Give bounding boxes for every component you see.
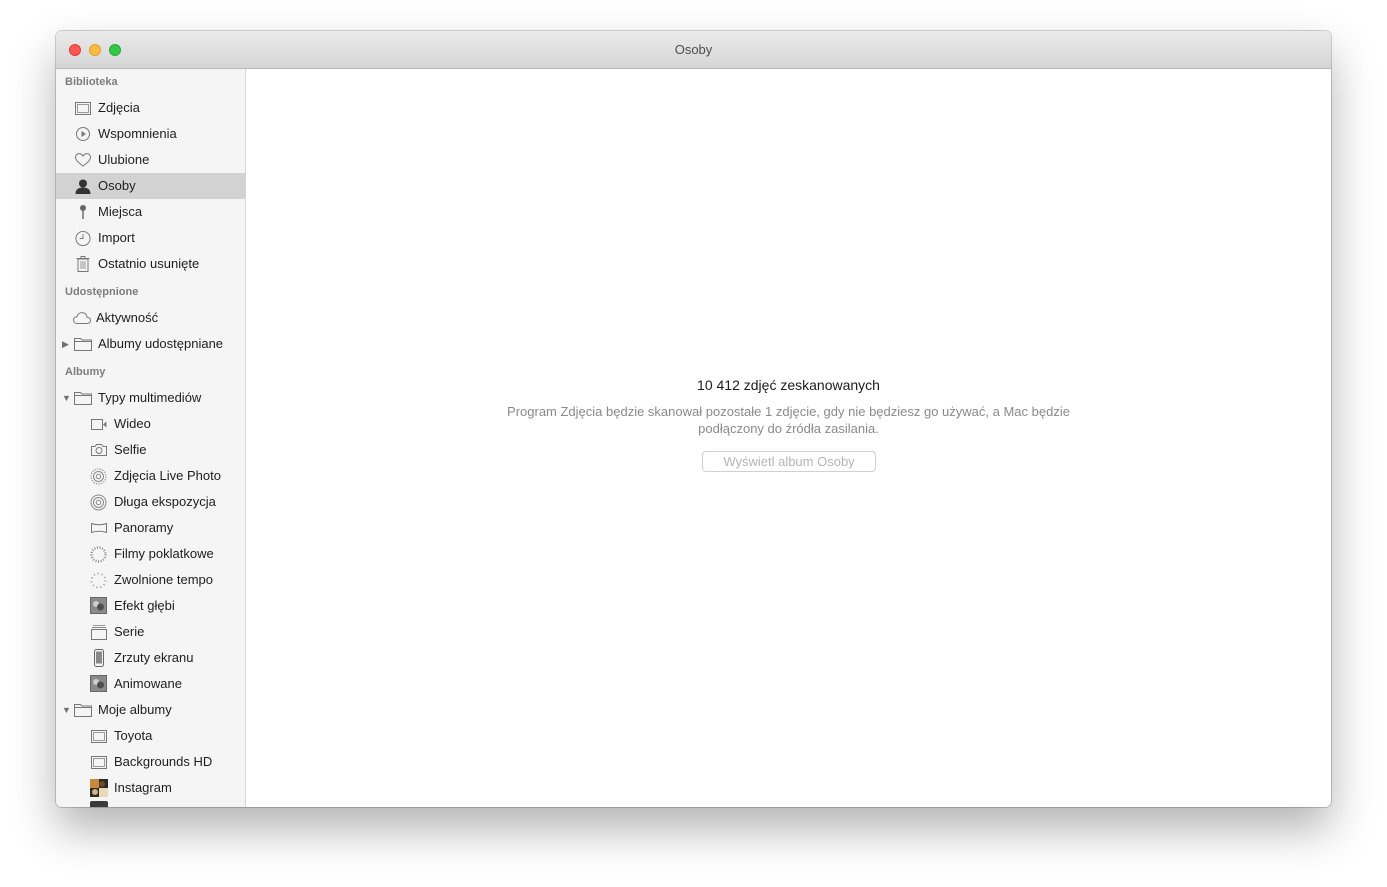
long-exposure-icon	[90, 494, 107, 510]
sidebar-item-label: Zdjęcia	[98, 100, 140, 115]
slowmo-icon	[90, 572, 107, 588]
sidebar-item-people[interactable]: Osoby	[56, 173, 245, 199]
sidebar-item-album-backgrounds-hd[interactable]: Backgrounds HD	[56, 749, 245, 775]
timelapse-icon	[90, 545, 107, 563]
folder-icon	[74, 703, 92, 717]
sidebar-item-long-exposure[interactable]: Długa ekspozycja	[56, 489, 245, 515]
sidebar-item-label: Serie	[114, 624, 145, 639]
sidebar-item-label: Wspomnienia	[98, 126, 177, 141]
disclosure-right-icon[interactable]: ▶	[62, 331, 69, 357]
animated-icon	[90, 675, 107, 692]
sidebar-item-label: Zwolnione tempo	[114, 572, 213, 587]
panorama-icon	[91, 521, 107, 535]
section-title-shared: Udostępnione	[65, 286, 139, 298]
sidebar-item-import[interactable]: Import	[56, 225, 245, 251]
camera-icon	[91, 443, 107, 457]
folder-icon	[74, 391, 92, 405]
screenshot-icon	[91, 649, 107, 667]
sidebar-item-label: Panoramy	[114, 520, 174, 535]
scan-status-heading: 10 412 zdjęć zeskanowanych	[697, 377, 880, 393]
album-icon	[91, 729, 107, 743]
sidebar-item-slow-motion[interactable]: Zwolnione tempo	[56, 567, 245, 593]
sidebar-item-places[interactable]: Miejsca	[56, 199, 245, 225]
sidebar-item-label: Typy multimediów	[98, 390, 202, 405]
sidebar-item-label: Ulubione	[98, 152, 150, 167]
trash-icon	[75, 256, 91, 272]
show-people-album-button[interactable]: Wyświetl album Osoby	[702, 451, 876, 472]
sidebar-item-favorites[interactable]: Ulubione	[56, 147, 245, 173]
memories-icon	[75, 127, 91, 141]
burst-icon	[91, 624, 107, 640]
sidebar-item-label: Albumy udostępniane	[98, 336, 224, 351]
disclosure-down-icon[interactable]: ▼	[62, 697, 71, 723]
sidebar-item-label: Osoby	[98, 178, 136, 193]
sidebar-item-activity[interactable]: Aktywność	[56, 305, 245, 331]
sidebar-item-selfies[interactable]: Selfie	[56, 437, 245, 463]
sidebar-folder-media-types[interactable]: ▼ Typy multimediów	[56, 385, 245, 411]
video-icon	[91, 417, 107, 431]
photos-window: Osoby Biblioteka Zdjęcia Wspomnienia Ulu…	[56, 31, 1331, 807]
album-icon	[91, 755, 107, 769]
sidebar-item-album-toyota[interactable]: Toyota	[56, 723, 245, 749]
sidebar-item-label: Aktywność	[96, 310, 159, 325]
sidebar: Biblioteka Zdjęcia Wspomnienia Ulubione …	[56, 69, 246, 807]
sidebar-item-photos[interactable]: Zdjęcia	[56, 95, 245, 121]
sidebar-item-animated[interactable]: Animowane	[56, 671, 245, 697]
sidebar-item-label: Toyota	[114, 728, 153, 743]
sidebar-item-depth-effect[interactable]: Efekt głębi	[56, 593, 245, 619]
scan-status-message: Program Zdjęcia będzie skanował pozostał…	[507, 404, 1070, 436]
main-content: 10 412 zdjęć zeskanowanych Program Zdjęc…	[246, 69, 1331, 807]
sidebar-item-shared-albums[interactable]: ▶ Albumy udostępniane	[56, 331, 245, 357]
sidebar-item-timelapse[interactable]: Filmy poklatkowe	[56, 541, 245, 567]
heart-icon	[75, 153, 91, 167]
title-bar: Osoby	[56, 31, 1331, 69]
sidebar-item-label: Animowane	[114, 676, 182, 691]
sidebar-item-label: Długa ekspozycja	[114, 494, 216, 509]
live-photo-icon	[90, 468, 107, 484]
person-icon	[75, 179, 91, 194]
section-title-library: Biblioteka	[65, 76, 118, 88]
sidebar-item-panoramas[interactable]: Panoramy	[56, 515, 245, 541]
pin-icon	[75, 205, 91, 219]
instagram-thumb-icon	[90, 779, 108, 797]
window-title: Osoby	[674, 42, 713, 57]
album-thumbnail-partial	[90, 801, 108, 807]
sidebar-item-label: Filmy poklatkowe	[114, 546, 214, 561]
sidebar-item-memories[interactable]: Wspomnienia	[56, 121, 245, 147]
sidebar-item-label: Miejsca	[98, 204, 143, 219]
sidebar-item-videos[interactable]: Wideo	[56, 411, 245, 437]
cloud-icon	[73, 311, 91, 325]
sidebar-folder-my-albums[interactable]: ▼ Moje albumy	[56, 697, 245, 723]
depth-icon	[90, 597, 107, 614]
photos-icon	[75, 101, 91, 115]
sidebar-item-label: Import	[98, 230, 135, 245]
folder-icon	[74, 337, 92, 351]
sidebar-item-bursts[interactable]: Serie	[56, 619, 245, 645]
sidebar-item-label: Wideo	[114, 416, 151, 431]
sidebar-item-recently-deleted[interactable]: Ostatnio usunięte	[56, 251, 245, 277]
sidebar-item-label: Zdjęcia Live Photo	[114, 468, 221, 483]
sidebar-item-label: Moje albumy	[98, 702, 172, 717]
sidebar-item-screenshots[interactable]: Zrzuty ekranu	[56, 645, 245, 671]
sidebar-item-label: Backgrounds HD	[114, 754, 213, 769]
section-title-albums: Albumy	[65, 366, 106, 378]
clock-icon	[75, 230, 91, 246]
sidebar-item-label: Zrzuty ekranu	[114, 650, 194, 665]
sidebar-item-label: Efekt głębi	[114, 598, 175, 613]
sidebar-item-label: Instagram	[114, 780, 172, 795]
sidebar-item-live-photos[interactable]: Zdjęcia Live Photo	[56, 463, 245, 489]
disclosure-down-icon[interactable]: ▼	[62, 385, 71, 411]
sidebar-item-album-instagram[interactable]: Instagram	[56, 775, 245, 801]
sidebar-item-label: Ostatnio usunięte	[98, 256, 200, 271]
sidebar-item-label: Selfie	[114, 442, 147, 457]
